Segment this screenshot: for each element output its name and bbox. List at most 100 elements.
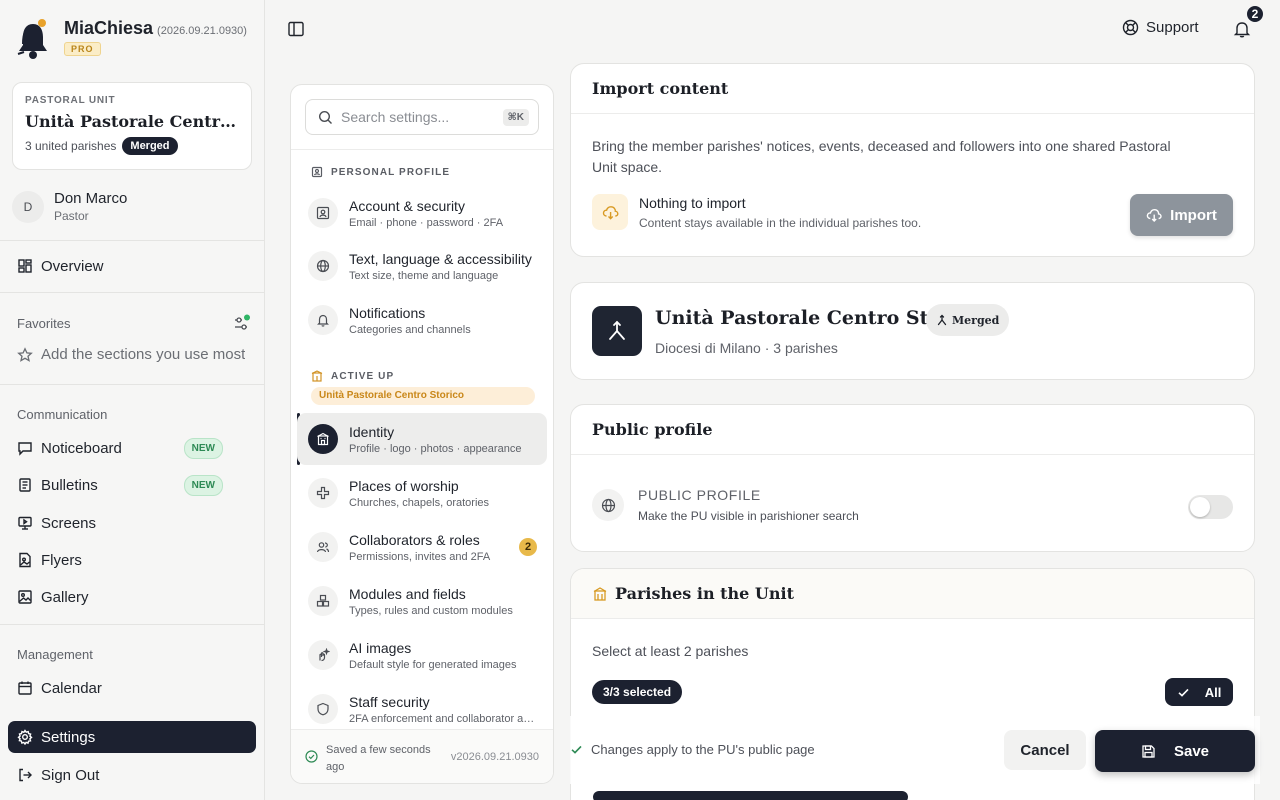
item-subtitle: Types, rules and custom modules — [349, 604, 513, 617]
building-icon — [311, 370, 323, 382]
brand[interactable]: MiaChiesa (2026.09.21.0930) PRO — [16, 18, 247, 62]
star-icon — [17, 346, 33, 362]
app-sidebar: MiaChiesa (2026.09.21.0930) PRO PASTORAL … — [0, 0, 265, 800]
settings-item-modules-fields[interactable]: Modules and fields Types, rules and custo… — [297, 575, 547, 627]
public-profile-toggle[interactable] — [1188, 495, 1233, 519]
card-title: Public profile — [571, 405, 1254, 455]
settings-item-collaborators-roles[interactable]: Collaborators & roles Permissions, invite… — [297, 521, 547, 573]
plan-badge: PRO — [64, 42, 101, 56]
message-square-icon — [18, 442, 32, 456]
toggle-knob — [1190, 497, 1210, 517]
item-subtitle: Categories and channels — [349, 323, 471, 336]
cloud-download-icon — [1146, 208, 1162, 222]
nav-calendar[interactable]: Calendar — [8, 672, 256, 704]
app-version: v2026.09.21.0930 — [450, 751, 539, 763]
user-profile[interactable]: D Don Marco Pastor — [12, 190, 127, 223]
item-subtitle: Profile · logo · photos · appearance — [349, 442, 522, 455]
settings-item-ai-images[interactable]: AI images Default style for generated ima… — [297, 629, 547, 681]
pastoral-unit-card: Unità Pastorale Centro Storico Merged Di… — [570, 282, 1255, 380]
sidebar-toggle-icon[interactable] — [287, 20, 305, 38]
user-name: Don Marco — [54, 190, 128, 207]
support-button[interactable]: Support — [1122, 19, 1199, 36]
merge-icon — [937, 314, 947, 326]
favorites-hint: Add the sections you use most — [41, 346, 246, 363]
nav-screens[interactable]: Screens — [8, 507, 256, 539]
pu-subtitle: Diocesi di Milano · 3 parishes — [655, 340, 838, 356]
management-heading: Management — [17, 647, 93, 662]
users-icon — [316, 542, 330, 553]
nav-overview[interactable]: Overview — [8, 250, 256, 282]
file-image-icon — [19, 552, 31, 568]
globe-icon — [316, 259, 330, 273]
church-bell-logo-icon — [17, 19, 47, 59]
select-all-button[interactable]: All — [1165, 678, 1233, 706]
settings-item-staff-security[interactable]: Staff security 2FA enforcement and collab… — [297, 683, 547, 735]
item-subtitle: Email · phone · password · 2FA — [349, 216, 504, 229]
divider — [291, 149, 553, 150]
life-buoy-icon — [1122, 19, 1139, 36]
nav-label: Calendar — [41, 679, 102, 697]
pastoral-unit-switcher[interactable]: PASTORAL UNIT Unità Pastorale Centro Sto… — [12, 82, 252, 170]
nav-label: Screens — [41, 514, 97, 532]
favorites-settings-icon[interactable] — [233, 314, 251, 332]
save-note: Changes apply to the PU's public page — [570, 742, 815, 757]
nav-label: Bulletins — [41, 476, 98, 494]
nav-bulletins[interactable]: Bulletins NEW — [8, 469, 256, 501]
settings-item-identity[interactable]: Identity Profile · logo · photos · appear… — [297, 413, 547, 465]
pending-count-badge: 2 — [519, 538, 537, 556]
check-icon — [1178, 688, 1189, 697]
nav-settings[interactable]: Settings — [8, 721, 256, 753]
nav-noticeboard[interactable]: Noticeboard NEW — [8, 432, 256, 464]
newspaper-icon — [19, 478, 31, 492]
active-up-tag: Unità Pastorale Centro Storico — [311, 387, 535, 405]
item-title: Account & security — [349, 197, 465, 214]
settings-item-account-security[interactable]: Account & security Email · phone · passwo… — [297, 187, 547, 239]
pu-status-badge: Merged — [122, 137, 178, 155]
nav-label: Noticeboard — [41, 439, 122, 457]
item-title: Modules and fields — [349, 585, 466, 602]
nav-gallery[interactable]: Gallery — [8, 581, 256, 613]
save-button[interactable]: Save — [1095, 730, 1255, 772]
import-status-subtitle: Content stays available in the individua… — [639, 215, 922, 230]
settings-item-places-of-worship[interactable]: Places of worship Churches, chapels, orat… — [297, 467, 547, 519]
settings-item-text-language[interactable]: Text, language & accessibility Text size,… — [297, 240, 547, 292]
boxes-icon — [316, 594, 330, 607]
personal-profile-heading: PERSONAL PROFILE — [311, 166, 450, 178]
avatar: D — [12, 190, 44, 223]
import-status: Nothing to import Content stays availabl… — [592, 194, 921, 230]
id-card-icon — [316, 206, 330, 220]
nav-flyers[interactable]: Flyers — [8, 544, 256, 576]
globe-icon — [601, 498, 615, 512]
check-icon — [571, 745, 582, 754]
cancel-button[interactable]: Cancel — [1004, 730, 1086, 770]
divider — [0, 240, 264, 241]
add-favorites-hint[interactable]: Add the sections you use most — [17, 346, 249, 363]
setting-label: PUBLIC PROFILE — [638, 487, 761, 503]
import-button-label: Import — [1170, 206, 1217, 224]
log-out-icon — [19, 768, 32, 782]
import-button[interactable]: Import — [1130, 194, 1233, 236]
nav-label: Gallery — [41, 588, 89, 606]
bell-icon — [317, 314, 329, 327]
active-up-heading: ACTIVE UP — [311, 370, 394, 382]
nav-sign-out[interactable]: Sign Out — [8, 759, 256, 791]
monitor-icon — [18, 516, 32, 530]
item-title: Collaborators & roles — [349, 531, 480, 548]
notifications-bell-icon[interactable] — [1233, 20, 1251, 38]
settings-search[interactable]: ⌘K — [305, 99, 539, 135]
pu-name: Unità Pastorale Centro Storico — [25, 112, 239, 131]
item-subtitle: Default style for generated images — [349, 658, 517, 671]
building-icon — [593, 586, 607, 601]
card-title: Import content — [571, 64, 1254, 114]
merged-status-chip: Merged — [926, 304, 1010, 336]
public-profile-setting: PUBLIC PROFILE Make the PU visible in pa… — [592, 487, 859, 523]
divider — [0, 624, 264, 625]
settings-item-notifications[interactable]: Notifications Categories and channels — [297, 294, 547, 346]
cloud-download-icon — [602, 205, 619, 220]
selection-hint: Select at least 2 parishes — [592, 643, 749, 659]
search-input[interactable] — [341, 109, 491, 125]
merge-icon — [609, 320, 625, 340]
selected-count-badge: 3/3 selected — [592, 680, 683, 704]
gear-icon — [17, 729, 33, 745]
user-role: Pastor — [54, 209, 89, 223]
